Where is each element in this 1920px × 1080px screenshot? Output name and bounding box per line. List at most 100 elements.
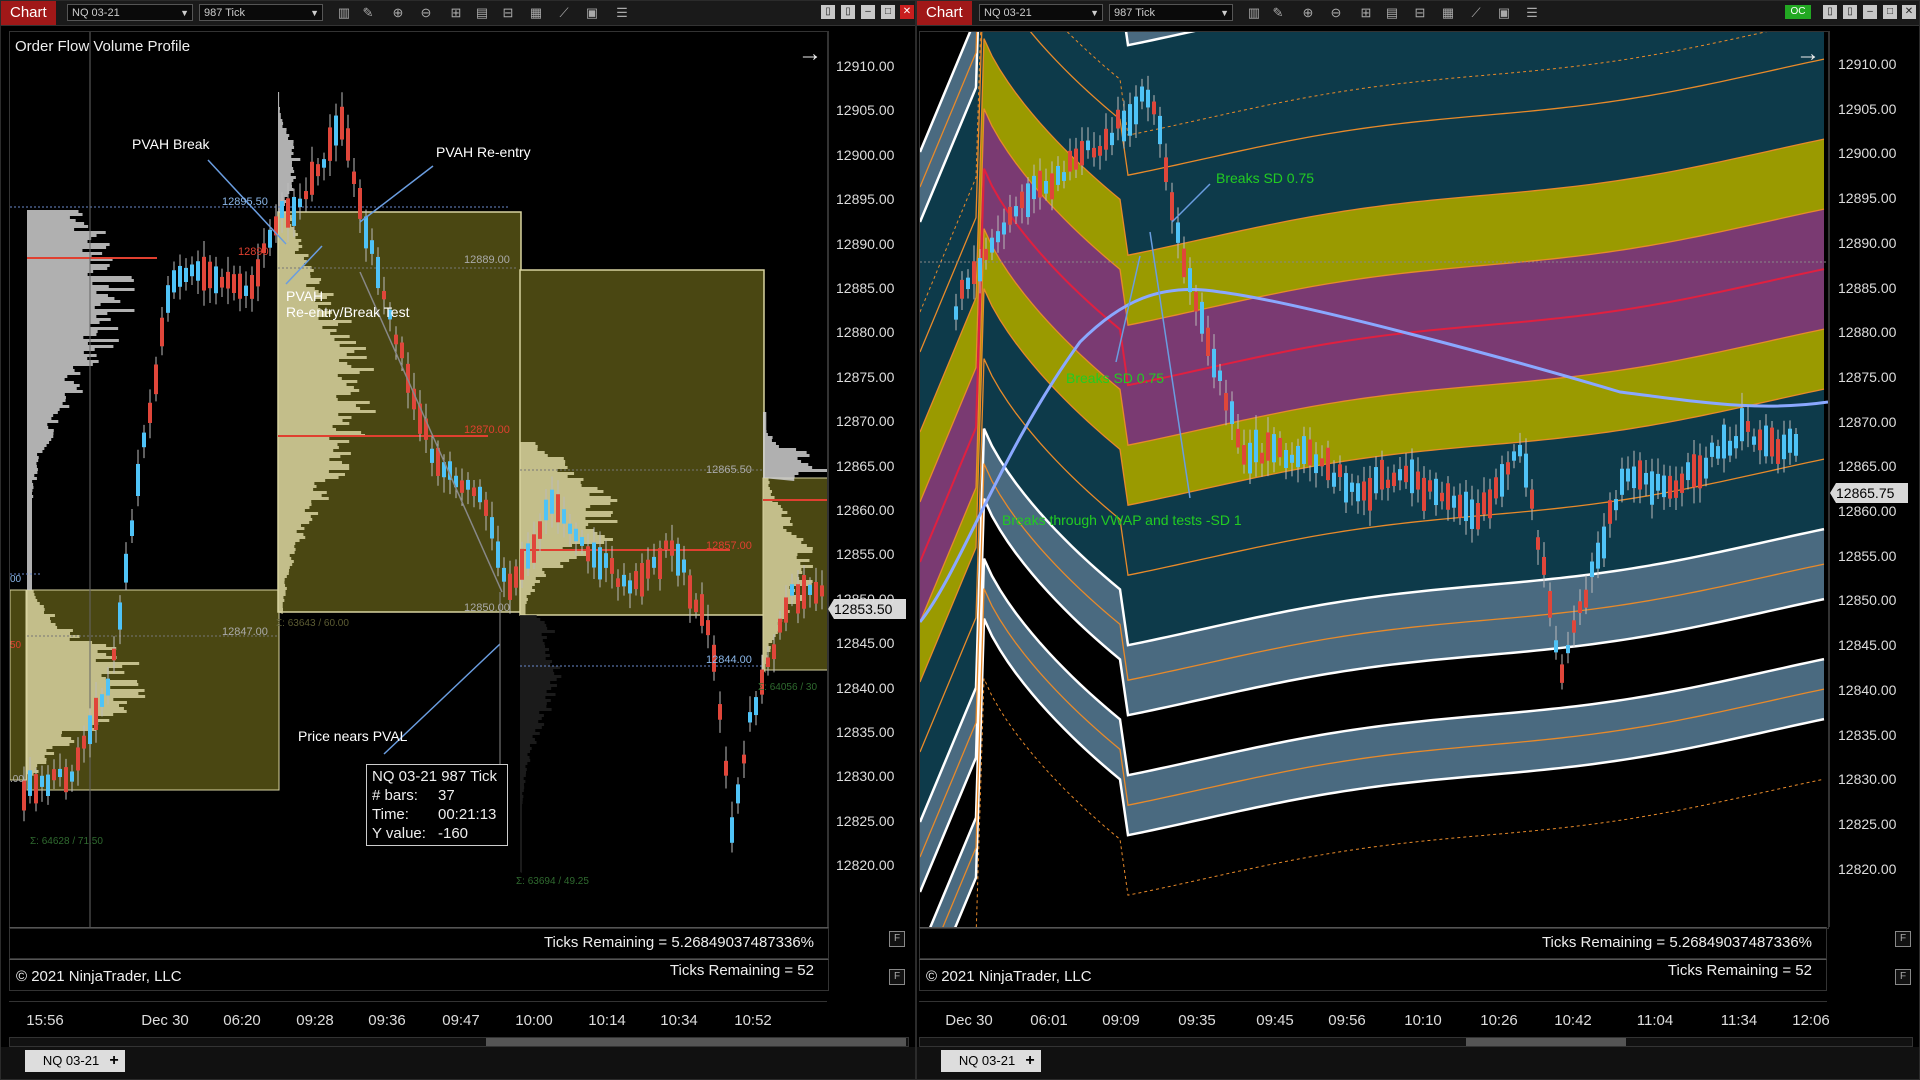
candle-body: [766, 657, 770, 667]
scrollbar-thumb[interactable]: [1466, 1038, 1626, 1046]
zoom-in-icon[interactable]: ⊕: [1299, 4, 1317, 22]
horizontal-scrollbar[interactable]: [919, 1037, 1913, 1047]
close-icon[interactable]: ✕: [900, 5, 914, 19]
bars-icon[interactable]: ▥: [335, 4, 353, 22]
candle-body: [1416, 471, 1420, 490]
price-axis[interactable]: 12853.50 12910.00 12905.00 12900.00 12895.0…: [827, 31, 914, 927]
tooltip-y-value: -160: [438, 825, 469, 842]
tile-icon[interactable]: ▯: [841, 5, 855, 19]
candle-body: [1164, 157, 1168, 183]
minimize-icon[interactable]: –: [861, 5, 875, 19]
zoom-out-icon[interactable]: ⊖: [1327, 4, 1345, 22]
candle-body: [280, 201, 284, 219]
instrument-selector-value: NQ 03-21: [984, 7, 1032, 19]
arrow-right-icon[interactable]: →: [1796, 40, 1820, 68]
restore-icon[interactable]: ▯: [821, 5, 835, 19]
profile-label: 12895.50: [222, 196, 268, 208]
maximize-icon[interactable]: □: [881, 5, 895, 19]
chart-menu-button[interactable]: Chart: [1, 1, 56, 25]
candle-body: [1194, 291, 1198, 312]
properties-icon[interactable]: ▤: [1383, 4, 1401, 22]
scrollbar-thumb[interactable]: [486, 1038, 906, 1046]
price-tick-label: 12850.00: [836, 590, 895, 607]
templates-icon[interactable]: ▣: [1495, 4, 1513, 22]
pencil-icon[interactable]: ✎: [359, 4, 377, 22]
strategies-icon[interactable]: ⊟: [499, 4, 517, 22]
candle-body: [1320, 458, 1324, 467]
candle-body: [76, 747, 80, 771]
candle-body: [742, 754, 746, 764]
candle-body: [1578, 601, 1582, 613]
indicator-title: Order Flow Volume Profile: [15, 38, 191, 55]
time-tick-label: 10:26: [1480, 1012, 1518, 1029]
candle-body: [1368, 477, 1372, 511]
chart-menu-button[interactable]: Chart: [917, 1, 972, 25]
candle-body: [1104, 128, 1108, 150]
chevron-down-icon: ▼: [310, 8, 319, 18]
candle-body: [628, 580, 632, 594]
indicators-icon[interactable]: ▦: [527, 4, 545, 22]
arrow-right-icon[interactable]: →: [798, 40, 822, 68]
panel-f-icon[interactable]: F: [1895, 931, 1911, 947]
minimize-icon[interactable]: –: [1863, 5, 1877, 19]
zoom-out-icon[interactable]: ⊖: [417, 4, 435, 22]
candle-body: [1632, 466, 1636, 489]
candle-body: [1230, 401, 1234, 425]
drawing-tools-icon[interactable]: ⟋: [1467, 4, 1485, 22]
panel-f-icon[interactable]: F: [889, 931, 905, 947]
candle-body: [82, 735, 86, 749]
candle-body: [310, 161, 314, 195]
candle-body: [1146, 89, 1150, 108]
pencil-icon[interactable]: ✎: [1269, 4, 1287, 22]
properties-icon[interactable]: ▤: [473, 4, 491, 22]
drawing-tools-icon[interactable]: ⟋: [555, 4, 573, 22]
candle-body: [1584, 589, 1588, 608]
price-tick-label: 12820.00: [1838, 860, 1897, 877]
more-icon[interactable]: ☰: [1523, 4, 1541, 22]
add-tab-button[interactable]: +: [103, 1050, 125, 1072]
zoom-in-icon[interactable]: ⊕: [389, 4, 407, 22]
price-axis[interactable]: 12865.75 12910.00 12905.00 12900.00 12895.0…: [1829, 31, 1919, 927]
candle-body: [984, 248, 988, 260]
templates-icon[interactable]: ▣: [583, 4, 601, 22]
candle-body: [1500, 464, 1504, 497]
copyright: © 2021 NinjaTrader, LLC: [16, 968, 182, 985]
candle-body: [568, 523, 572, 534]
more-icon[interactable]: ☰: [613, 4, 631, 22]
horizontal-scrollbar[interactable]: [9, 1037, 909, 1047]
candle-body: [292, 196, 296, 226]
strategies-icon[interactable]: ⊟: [1411, 4, 1429, 22]
price-tick-label: 12825.00: [836, 812, 895, 829]
add-tab-button[interactable]: +: [1019, 1050, 1041, 1072]
interval-selector[interactable]: 987 Tick ▼: [199, 4, 323, 21]
candle-body: [972, 261, 976, 285]
panel-f-icon[interactable]: F: [1895, 969, 1911, 985]
instrument-selector[interactable]: NQ 03-21 ▼: [67, 4, 193, 21]
restore-icon[interactable]: ▯: [1823, 5, 1837, 19]
candle-body: [718, 704, 722, 720]
price-tick-label: 12820.00: [836, 857, 895, 874]
tile-icon[interactable]: ▯: [1843, 5, 1857, 19]
price-chart-panel[interactable]: → Breaks SD 0.75 Breaks SD 0.75 Breaks t…: [919, 31, 1829, 929]
candle-body: [214, 266, 218, 294]
candle-body: [1710, 442, 1714, 457]
indicators-icon[interactable]: ▦: [1439, 4, 1457, 22]
instrument-selector[interactable]: NQ 03-21 ▼: [979, 4, 1103, 21]
candle-body: [1656, 473, 1660, 491]
interval-selector[interactable]: 987 Tick ▼: [1109, 4, 1233, 21]
bars-icon[interactable]: ▥: [1245, 4, 1263, 22]
crosshair-icon[interactable]: ⊞: [1357, 4, 1375, 22]
candle-body: [1314, 454, 1318, 474]
oc-badge[interactable]: OC: [1785, 5, 1811, 19]
price-tick-label: 12855.00: [1838, 547, 1897, 564]
panel-f-icon[interactable]: F: [889, 969, 905, 985]
candle-body: [550, 489, 554, 514]
candle-body: [1062, 172, 1066, 181]
crosshair-icon[interactable]: ⊞: [447, 4, 465, 22]
time-axis[interactable]: Dec 30 06:01 09:09 09:35 09:45 09:56 10:10 10:2…: [919, 1001, 1830, 1038]
time-axis[interactable]: 15:56 Dec 30 06:20 09:28 09:36 09:47 10:00 10:1…: [9, 1001, 827, 1038]
volume-profile-block: [10, 589, 27, 781]
price-chart-panel[interactable]: Order Flow Volume Profile → PVAH Break P…: [9, 31, 829, 929]
close-icon[interactable]: ✕: [1902, 5, 1916, 19]
maximize-icon[interactable]: □: [1883, 5, 1897, 19]
